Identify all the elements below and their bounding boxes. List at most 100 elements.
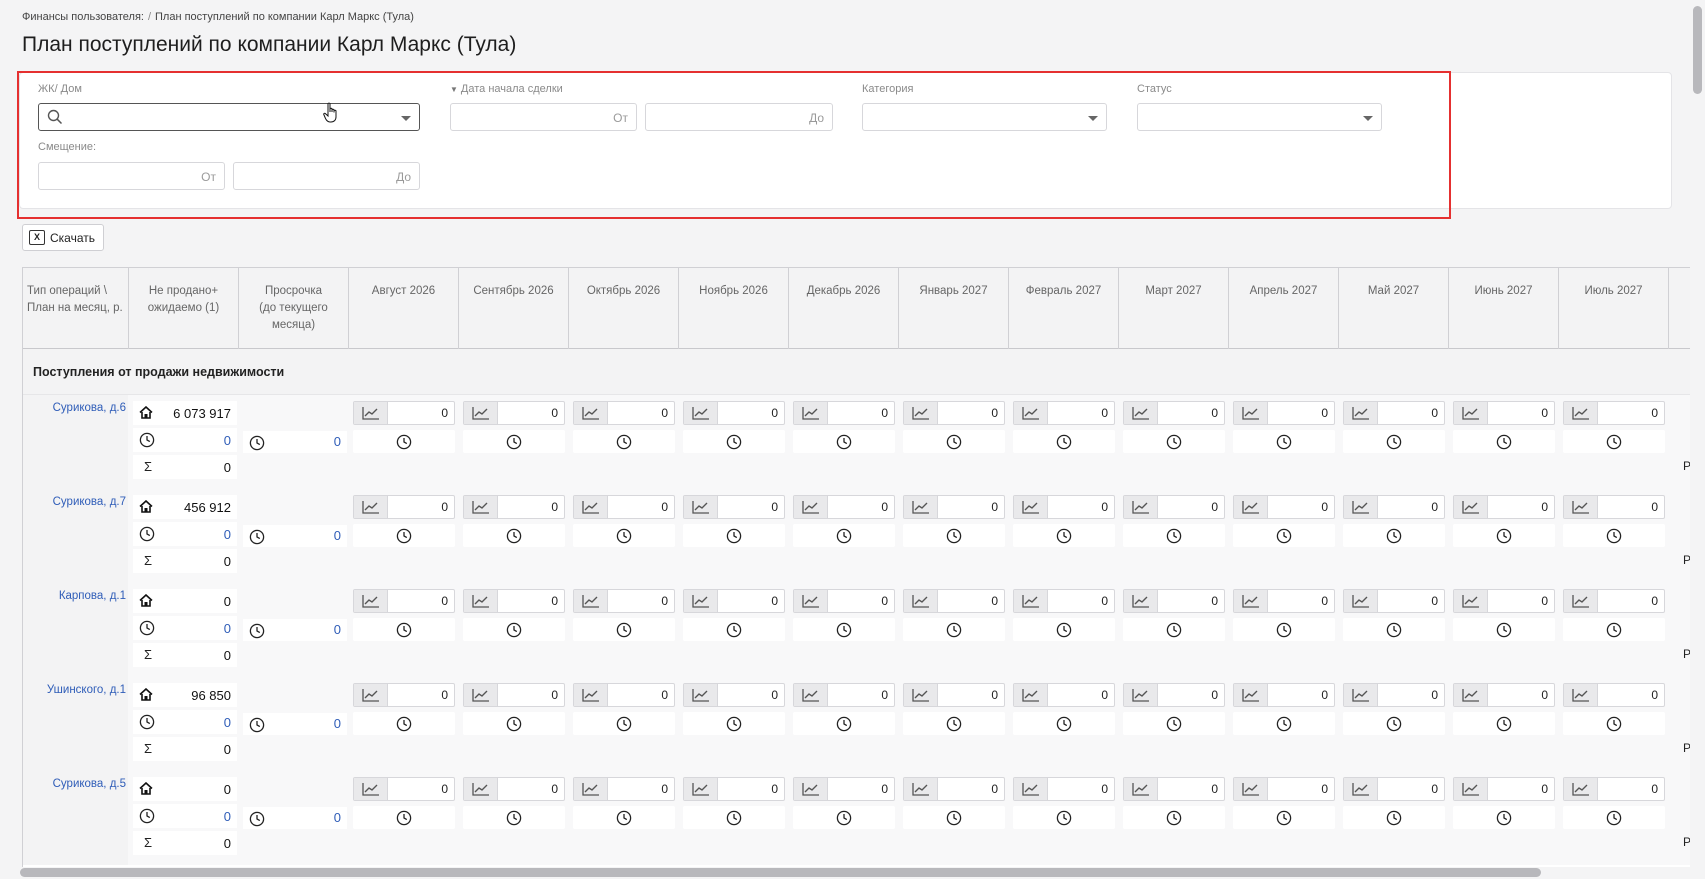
overdue-value-link[interactable]: 0 bbox=[334, 528, 341, 543]
house-link[interactable]: Ушинского, д.1 bbox=[23, 684, 126, 696]
clock-icon-wrap[interactable] bbox=[139, 620, 155, 641]
month-expected-box[interactable] bbox=[1013, 806, 1115, 829]
month-expected-box[interactable] bbox=[573, 618, 675, 641]
trend-chart-icon[interactable] bbox=[581, 500, 600, 514]
clock-icon[interactable] bbox=[946, 716, 962, 732]
trend-chart-button[interactable] bbox=[354, 778, 388, 800]
month-plan-input[interactable]: 0 bbox=[353, 683, 455, 707]
month-expected-box[interactable] bbox=[1343, 712, 1445, 735]
clock-icon[interactable] bbox=[616, 810, 632, 826]
month-expected-box[interactable] bbox=[1013, 712, 1115, 735]
clock-icon[interactable] bbox=[506, 810, 522, 826]
month-plan-input[interactable]: 0 bbox=[793, 777, 895, 801]
clock-icon[interactable] bbox=[1496, 434, 1512, 450]
month-expected-box[interactable] bbox=[683, 712, 785, 735]
clock-icon[interactable] bbox=[396, 528, 412, 544]
month-plan-input[interactable]: 0 bbox=[793, 401, 895, 425]
month-expected-box[interactable] bbox=[1233, 806, 1335, 829]
trend-chart-button[interactable] bbox=[794, 684, 828, 706]
clock-icon-wrap[interactable] bbox=[249, 811, 265, 832]
vertical-scroll-thumb[interactable] bbox=[1693, 6, 1702, 94]
house-link[interactable]: Сурикова, д.5 bbox=[23, 778, 126, 790]
month-plan-input[interactable]: 0 bbox=[1343, 589, 1445, 613]
trend-chart-button[interactable] bbox=[794, 496, 828, 518]
month-plan-input[interactable]: 0 bbox=[683, 589, 785, 613]
month-expected-box[interactable] bbox=[1233, 524, 1335, 547]
month-expected-box[interactable] bbox=[1563, 712, 1665, 735]
clock-icon[interactable] bbox=[249, 435, 265, 451]
trend-chart-icon[interactable] bbox=[1241, 500, 1260, 514]
deal-start-filter-label[interactable]: ▼ Дата начала сделки bbox=[450, 83, 563, 95]
month-plan-input[interactable]: 0 bbox=[1123, 589, 1225, 613]
status-select[interactable] bbox=[1137, 103, 1382, 131]
trend-chart-icon[interactable] bbox=[911, 406, 930, 420]
month-plan-input[interactable]: 0 bbox=[1013, 777, 1115, 801]
trend-chart-icon[interactable] bbox=[1351, 782, 1370, 796]
month-expected-box[interactable] bbox=[353, 712, 455, 735]
month-expected-box[interactable] bbox=[683, 806, 785, 829]
month-plan-input[interactable]: 0 bbox=[1343, 777, 1445, 801]
trend-chart-button[interactable] bbox=[1014, 778, 1048, 800]
trend-chart-button[interactable] bbox=[684, 684, 718, 706]
trend-chart-icon[interactable] bbox=[581, 406, 600, 420]
trend-chart-button[interactable] bbox=[684, 590, 718, 612]
collapse-caret-icon[interactable]: ▼ bbox=[450, 85, 458, 94]
trend-chart-icon[interactable] bbox=[1351, 500, 1370, 514]
month-expected-box[interactable] bbox=[1123, 524, 1225, 547]
clock-icon[interactable] bbox=[1606, 434, 1622, 450]
trend-chart-icon[interactable] bbox=[1461, 594, 1480, 608]
month-expected-box[interactable] bbox=[573, 524, 675, 547]
clock-icon[interactable] bbox=[396, 716, 412, 732]
clock-icon[interactable] bbox=[616, 434, 632, 450]
horizontal-scroll-thumb[interactable] bbox=[20, 868, 1541, 877]
clock-icon-wrap[interactable] bbox=[139, 432, 155, 453]
trend-chart-button[interactable] bbox=[1234, 496, 1268, 518]
month-expected-box[interactable] bbox=[1563, 430, 1665, 453]
trend-chart-button[interactable] bbox=[1344, 402, 1378, 424]
month-expected-box[interactable] bbox=[573, 712, 675, 735]
clock-icon[interactable] bbox=[1606, 716, 1622, 732]
trend-chart-icon[interactable] bbox=[691, 688, 710, 702]
trend-chart-icon[interactable] bbox=[471, 406, 490, 420]
overdue-value-link[interactable]: 0 bbox=[334, 810, 341, 825]
month-expected-box[interactable] bbox=[1453, 806, 1555, 829]
month-expected-box[interactable] bbox=[793, 430, 895, 453]
month-plan-input[interactable]: 0 bbox=[903, 401, 1005, 425]
month-plan-input[interactable]: 0 bbox=[573, 401, 675, 425]
clock-icon[interactable] bbox=[396, 810, 412, 826]
clock-icon[interactable] bbox=[726, 810, 742, 826]
trend-chart-icon[interactable] bbox=[691, 500, 710, 514]
trend-chart-button[interactable] bbox=[1344, 778, 1378, 800]
month-plan-input[interactable]: 0 bbox=[1013, 589, 1115, 613]
month-plan-input[interactable]: 0 bbox=[1453, 683, 1555, 707]
trend-chart-button[interactable] bbox=[354, 590, 388, 612]
trend-chart-icon[interactable] bbox=[911, 688, 930, 702]
month-expected-box[interactable] bbox=[1343, 430, 1445, 453]
clock-icon[interactable] bbox=[726, 622, 742, 638]
clock-icon[interactable] bbox=[396, 434, 412, 450]
clock-icon[interactable] bbox=[616, 716, 632, 732]
expected-value-link[interactable]: 0 bbox=[224, 715, 231, 730]
clock-icon[interactable] bbox=[249, 529, 265, 545]
trend-chart-button[interactable] bbox=[684, 778, 718, 800]
clock-icon[interactable] bbox=[726, 528, 742, 544]
trend-chart-icon[interactable] bbox=[801, 500, 820, 514]
trend-chart-icon[interactable] bbox=[1131, 406, 1150, 420]
month-expected-box[interactable] bbox=[463, 618, 565, 641]
month-plan-input[interactable]: 0 bbox=[1123, 683, 1225, 707]
trend-chart-icon[interactable] bbox=[581, 594, 600, 608]
month-plan-input[interactable]: 0 bbox=[1013, 683, 1115, 707]
house-link[interactable]: Сурикова, д.7 bbox=[23, 496, 126, 508]
trend-chart-icon[interactable] bbox=[581, 688, 600, 702]
trend-chart-button[interactable] bbox=[904, 590, 938, 612]
clock-icon[interactable] bbox=[616, 528, 632, 544]
clock-icon-wrap[interactable] bbox=[249, 435, 265, 456]
trend-chart-button[interactable] bbox=[1344, 590, 1378, 612]
month-expected-box[interactable] bbox=[1563, 618, 1665, 641]
month-expected-box[interactable] bbox=[1343, 524, 1445, 547]
expected-value-link[interactable]: 0 bbox=[224, 433, 231, 448]
trend-chart-button[interactable] bbox=[1014, 496, 1048, 518]
clock-icon[interactable] bbox=[946, 528, 962, 544]
trend-chart-button[interactable] bbox=[1344, 496, 1378, 518]
trend-chart-button[interactable] bbox=[464, 684, 498, 706]
